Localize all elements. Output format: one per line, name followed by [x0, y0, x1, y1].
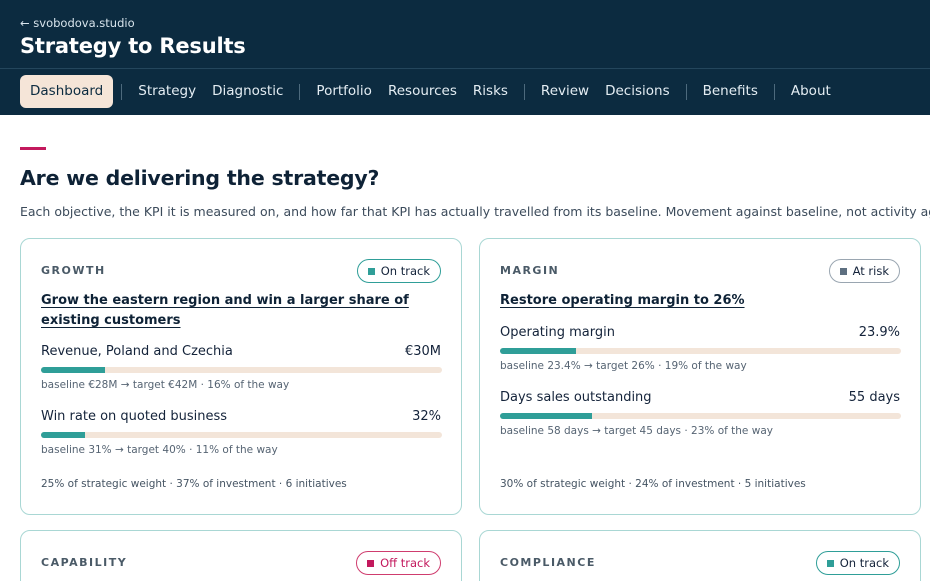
objective-link[interactable]: Grow the eastern region and win a larger…: [41, 291, 441, 331]
card-footer-summary: 25% of strategic weight · 37% of investm…: [41, 478, 347, 490]
status-badge: On track: [356, 259, 441, 283]
kpi-value: €30M: [404, 344, 441, 359]
tab-diagnostic[interactable]: Diagnostic: [204, 75, 291, 108]
kpi-progress-bar: [41, 367, 442, 373]
nav-separator: [685, 83, 687, 100]
status-square-icon: [367, 559, 375, 567]
status-square-icon: [839, 267, 847, 275]
kpi-name: Win rate on quoted business: [41, 409, 227, 424]
header-divider: [0, 68, 930, 69]
nav-separator: [299, 83, 301, 100]
kpi-progress-fill: [41, 432, 86, 438]
kpi-progress-bar: [41, 432, 442, 438]
card-category-label: COMPLIANCE: [500, 556, 596, 569]
kpi-name: Revenue, Poland and Czechia: [41, 344, 233, 359]
tab-benefits[interactable]: Benefits: [695, 75, 766, 108]
kpi-progress-bar: [500, 413, 901, 419]
kpi-name: Days sales outstanding: [500, 390, 652, 405]
objective-card-growth: GROWTH On track Grow the eastern region …: [20, 238, 462, 515]
kpi-progress-bar: [500, 348, 901, 354]
card-footer-summary: 30% of strategic weight · 24% of investm…: [500, 478, 806, 490]
kpi-baseline-meta: baseline 23.4% → target 26% · 19% of the…: [500, 360, 747, 372]
status-square-icon: [826, 559, 834, 567]
status-badge-label: At risk: [852, 264, 889, 278]
kpi-progress-fill: [500, 413, 593, 419]
card-category-label: CAPABILITY: [41, 556, 128, 569]
app-title: Strategy to Results: [20, 34, 246, 58]
objective-card-capability: CAPABILITY Off track: [20, 530, 462, 581]
page-title: Are we delivering the strategy?: [20, 166, 380, 190]
status-badge-label: On track: [839, 556, 889, 570]
nav-separator: [773, 83, 775, 100]
status-badge: Off track: [356, 551, 441, 575]
kpi-baseline-meta: baseline 58 days → target 45 days · 23% …: [500, 425, 773, 437]
status-badge: At risk: [828, 259, 900, 283]
objective-link[interactable]: Restore operating margin to 26%: [500, 291, 900, 311]
status-badge: On track: [815, 551, 900, 575]
main-nav: Dashboard Strategy Diagnostic Portfolio …: [20, 75, 839, 108]
objective-card-compliance: COMPLIANCE On track: [479, 530, 921, 581]
kpi-value: 23.9%: [858, 325, 900, 340]
tab-portfolio[interactable]: Portfolio: [308, 75, 380, 108]
kpi-value: 55 days: [848, 390, 900, 405]
status-square-icon: [367, 267, 375, 275]
kpi-name: Operating margin: [500, 325, 615, 340]
tab-risks[interactable]: Risks: [465, 75, 516, 108]
tab-strategy[interactable]: Strategy: [130, 75, 204, 108]
app-header: ← svobodova.studio Strategy to Results D…: [0, 0, 930, 115]
nav-separator: [121, 83, 123, 100]
kpi-progress-fill: [500, 348, 577, 354]
kpi-baseline-meta: baseline 31% → target 40% · 11% of the w…: [41, 444, 278, 456]
nav-separator: [523, 83, 525, 100]
tab-review[interactable]: Review: [533, 75, 597, 108]
card-category-label: GROWTH: [41, 264, 106, 277]
status-badge-label: Off track: [380, 556, 430, 570]
tab-decisions[interactable]: Decisions: [597, 75, 678, 108]
tab-about[interactable]: About: [783, 75, 839, 108]
back-link[interactable]: ← svobodova.studio: [20, 16, 135, 30]
tab-dashboard[interactable]: Dashboard: [20, 75, 114, 108]
kpi-progress-fill: [41, 367, 106, 373]
heading-accent-line: [20, 147, 46, 150]
objective-card-margin: MARGIN At risk Restore operating margin …: [479, 238, 921, 515]
kpi-value: 32%: [412, 409, 441, 424]
card-category-label: MARGIN: [500, 264, 560, 277]
status-badge-label: On track: [380, 264, 430, 278]
page-description: Each objective, the KPI it is measured o…: [20, 204, 930, 219]
tab-resources[interactable]: Resources: [380, 75, 465, 108]
kpi-baseline-meta: baseline €28M → target €42M · 16% of the…: [41, 379, 290, 391]
